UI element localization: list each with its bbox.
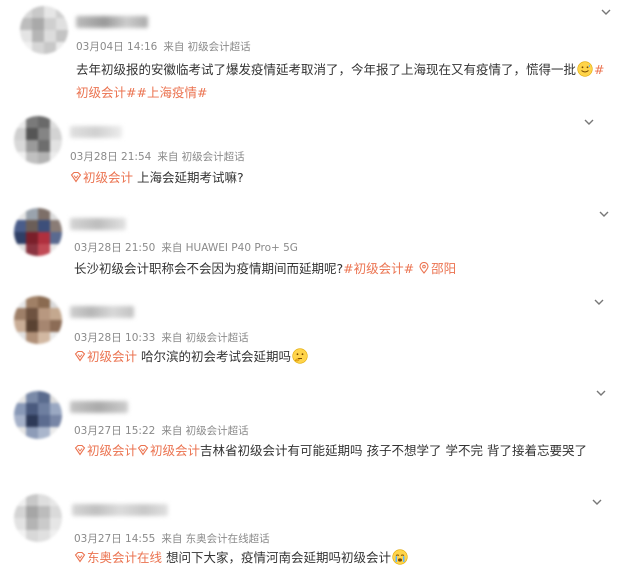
weibo-post: 03月04日 14:16 来自 初级会计超话 去年初级报的安徽临考试了爆发疫情延考… <box>0 0 618 108</box>
post-text: 长沙初级会计职称会不会因为疫情期间而延期呢?#初级会计# 邵阳 <box>74 257 610 280</box>
post-text: 初级会计 初级会计吉林省初级会计有可能延期吗 孩子不想学了 学不完 背了接着忘要哭… <box>74 439 610 462</box>
avatar[interactable] <box>14 391 62 439</box>
location-pin-icon <box>419 262 429 274</box>
topic-label: 初级会计 <box>87 349 138 364</box>
location-label: 邵阳 <box>431 261 457 276</box>
post-meta: 03月28日 21:50 来自 HUAWEI P40 Pro+ 5G <box>74 240 298 255</box>
post-body: 想问下大家，疫情河南会延期吗初级会计 <box>166 550 392 565</box>
avatar[interactable] <box>14 296 62 344</box>
topic-label: 初级会计 <box>150 443 201 458</box>
post-meta: 03月27日 15:22 来自 初级会计超话 <box>74 423 249 438</box>
location-link[interactable]: 邵阳 <box>418 261 456 276</box>
topic-label: 东奥会计在线 <box>87 550 163 565</box>
post-meta: 03月28日 21:54 来自 初级会计超话 <box>70 149 245 164</box>
post-body: 上海会延期考试嘛? <box>137 170 244 185</box>
username[interactable] <box>76 16 148 28</box>
weibo-post: 03月28日 10:33 来自 初级会计超话 初级会计 哈尔滨的初会考试会延期吗 <box>0 288 618 383</box>
username[interactable] <box>70 306 134 318</box>
weibo-post: 03月28日 21:54 来自 初级会计超话 初级会计 上海会延期考试嘛? <box>0 108 618 200</box>
avatar[interactable] <box>20 6 68 54</box>
post-time[interactable]: 03月28日 21:50 <box>74 242 155 254</box>
post-source[interactable]: 来自 初级会计超话 <box>163 41 250 53</box>
post-time[interactable]: 03月28日 10:33 <box>74 332 155 344</box>
weibo-post: 03月28日 21:50 来自 HUAWEI P40 Pro+ 5G 长沙初级会计… <box>0 200 618 288</box>
username[interactable] <box>72 504 168 516</box>
chevron-down-icon[interactable] <box>593 296 605 308</box>
post-time[interactable]: 03月27日 15:22 <box>74 425 155 437</box>
topic-diamond-icon <box>137 444 149 456</box>
username[interactable] <box>70 401 128 413</box>
topic-link[interactable]: 东奥会计在线 <box>74 550 162 565</box>
post-body: 长沙初级会计职称会不会因为疫情期间而延期呢? <box>74 261 344 276</box>
topic-diamond-icon <box>70 171 82 183</box>
post-source[interactable]: 来自 初级会计超话 <box>157 151 244 163</box>
post-text: 初级会计 哈尔滨的初会考试会延期吗 <box>74 345 610 368</box>
post-meta: 03月27日 14:55 来自 东奥会计在线超话 <box>74 531 270 546</box>
post-meta: 03月04日 14:16 来自 初级会计超话 <box>76 39 251 54</box>
post-time[interactable]: 03月28日 21:54 <box>70 151 151 163</box>
topic-link[interactable]: 初级会计 <box>70 170 133 185</box>
chevron-down-icon[interactable] <box>595 387 607 399</box>
post-body: 去年初级报的安徽临考试了爆发疫情延考取消了，今年报了上海现在又有疫情了，慌得一批 <box>76 62 577 77</box>
chevron-down-icon[interactable] <box>583 116 595 128</box>
post-source[interactable]: 来自 初级会计超话 <box>161 332 248 344</box>
chevron-down-icon[interactable] <box>591 496 603 508</box>
avatar[interactable] <box>14 116 62 164</box>
post-body: 吉林省初级会计有可能延期吗 孩子不想学了 学不完 背了接着忘要哭了 <box>200 443 587 458</box>
topic-link[interactable]: 初级会计 <box>74 349 137 364</box>
post-text: 去年初级报的安徽临考试了爆发疫情延考取消了，今年报了上海现在又有疫情了，慌得一批… <box>76 58 610 104</box>
post-source[interactable]: 来自 东奥会计在线超话 <box>161 533 269 545</box>
hashtag-link[interactable]: #初级会计# <box>343 261 414 276</box>
post-body: 哈尔滨的初会考试会延期吗 <box>141 349 292 364</box>
avatar[interactable] <box>14 208 62 256</box>
post-text: 初级会计 上海会延期考试嘛? <box>70 166 610 189</box>
topic-link[interactable]: 初级会计 <box>74 443 137 458</box>
chevron-down-icon[interactable] <box>600 6 612 18</box>
username[interactable] <box>70 126 122 138</box>
sweat-smile-emoji <box>577 61 593 77</box>
username[interactable] <box>70 218 126 230</box>
topic-link[interactable]: 初级会计 <box>137 443 200 458</box>
post-time[interactable]: 03月04日 14:16 <box>76 41 157 53</box>
post-meta: 03月28日 10:33 来自 初级会计超话 <box>74 330 249 345</box>
topic-label: 初级会计 <box>83 170 134 185</box>
topic-diamond-icon <box>74 551 86 563</box>
post-time[interactable]: 03月27日 14:55 <box>74 533 155 545</box>
hashtag-link[interactable]: #上海疫情# <box>136 85 207 100</box>
crying-emoji <box>392 549 408 565</box>
weibo-post: 03月27日 15:22 来自 初级会计超话 初级会计 初级会计吉林省初级会计有可能… <box>0 383 618 488</box>
topic-label: 初级会计 <box>87 443 138 458</box>
post-text: 东奥会计在线 想问下大家，疫情河南会延期吗初级会计 <box>74 546 610 569</box>
thinking-emoji <box>292 348 308 364</box>
post-source[interactable]: 来自 初级会计超话 <box>161 425 248 437</box>
weibo-post: 03月27日 14:55 来自 东奥会计在线超话 东奥会计在线 想问下大家，疫情河… <box>0 488 618 578</box>
post-source[interactable]: 来自 HUAWEI P40 Pro+ 5G <box>161 242 298 254</box>
chevron-down-icon[interactable] <box>598 208 610 220</box>
avatar[interactable] <box>14 494 62 542</box>
topic-diamond-icon <box>74 444 86 456</box>
topic-diamond-icon <box>74 350 86 362</box>
